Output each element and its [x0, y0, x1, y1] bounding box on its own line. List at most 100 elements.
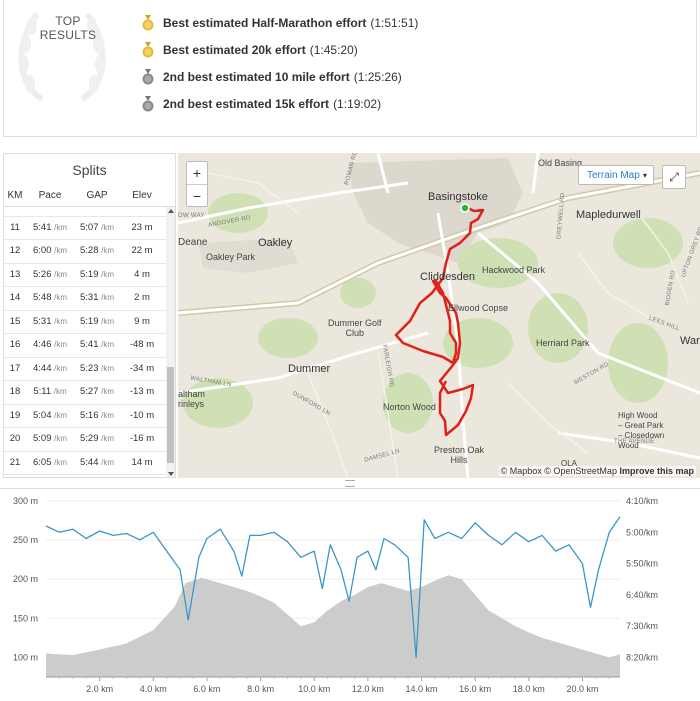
split-gap-unit: /km: [101, 410, 115, 420]
split-pace: 4:54 /km: [26, 207, 74, 216]
map-label-oakley-park: Oakley Park: [206, 252, 256, 262]
y-left-tick-label: 200 m: [13, 574, 38, 584]
split-gap-unit: /km: [101, 363, 115, 373]
x-tick-label: 14.0 km: [406, 684, 438, 694]
split-elev: -1 m: [120, 475, 164, 477]
map-label-herriard-park: Herriard Park: [536, 338, 590, 348]
top-results-panel: TOP RESULTS Best estimated Half-Marathon…: [3, 0, 697, 137]
split-gap: 5:16 /km: [74, 405, 120, 428]
split-km: 17: [9, 362, 21, 374]
scroll-down-arrow-icon[interactable]: [168, 472, 174, 476]
split-gap-value: 5:16: [79, 409, 99, 421]
split-gap-value: 5:29: [79, 433, 99, 444]
splits-scrollbar[interactable]: [166, 207, 175, 477]
achievement-item[interactable]: Best estimated 20k effort (1:45:20): [142, 41, 358, 59]
map-attribution-text[interactable]: © Mapbox © OpenStreetMap: [501, 466, 617, 476]
achievement-item[interactable]: 2nd best estimated 15k effort (1:19:02): [142, 95, 381, 113]
route-map[interactable]: Old Basing Basingstoke Mapledurwell Oakl…: [178, 153, 700, 478]
splits-row[interactable]: 19 5:04 /km 5:16 /km -10 m: [4, 405, 168, 428]
split-gap: 5:27 /km: [74, 381, 120, 404]
map-label-high-wood: High Wood – Great Park – Closedown Wood: [618, 411, 665, 450]
scroll-up-arrow-icon[interactable]: [168, 209, 174, 213]
split-pace: 5:48 /km: [26, 287, 74, 310]
y-right-tick-label: 5:00/km: [626, 527, 658, 537]
splits-row[interactable]: 15 5:31 /km 5:19 /km 9 m: [4, 311, 168, 334]
split-pace-unit: /km: [54, 293, 68, 302]
terrain-map-dropdown[interactable]: Terrain Map ▾: [578, 165, 654, 185]
silver-medal-icon: [142, 96, 154, 112]
map-label-the-avenue: THE AVENUE: [614, 439, 655, 445]
top-results-title: TOP RESULTS: [18, 14, 118, 42]
splits-row[interactable]: 17 4:44 /km 5:23 /km -34 m: [4, 358, 168, 381]
split-gap-unit: /km: [101, 293, 115, 302]
chevron-down-icon: ▾: [642, 171, 647, 180]
split-pace-unit: /km: [54, 363, 68, 373]
achievement-value: (1:45:20): [309, 43, 358, 57]
split-elev: -48 m: [129, 339, 155, 350]
split-gap: 5:44 /km: [74, 452, 120, 475]
split-elev: 22 m: [131, 245, 153, 256]
route-start-marker[interactable]: [460, 203, 470, 213]
y-right-tick-label: 6:40/km: [626, 590, 658, 600]
split-pace: 5:31 /km: [26, 311, 74, 334]
splits-header-pace: Pace: [38, 190, 62, 201]
split-pace-unit: /km: [54, 316, 68, 326]
x-tick-label: 6.0 km: [193, 684, 220, 694]
zoom-in-button[interactable]: +: [187, 162, 207, 185]
splits-row[interactable]: 13 5:26 /km 5:19 /km 4 m: [4, 264, 168, 287]
map-label-dummer: Dummer: [288, 363, 331, 375]
achievement-label: Best estimated Half-Marathon effort: [163, 16, 367, 30]
map-label-basingstoke: Basingstoke: [428, 191, 488, 203]
split-pace-value: 4:44: [32, 362, 52, 374]
split-pace-unit: /km: [54, 246, 68, 255]
x-tick-label: 20.0 km: [566, 684, 598, 694]
split-pace-value: 4:54: [33, 207, 52, 209]
top-results-title-line1: TOP: [55, 14, 81, 28]
splits-panel: Splits KM Pace GAP Elev 104:54 /km5:01 /…: [3, 153, 176, 478]
split-km: 0.3: [4, 475, 26, 477]
split-pace: 6:00 /km: [26, 240, 74, 263]
split-gap-unit: /km: [101, 340, 115, 349]
top-results-title-line2: RESULTS: [39, 28, 97, 42]
splits-row[interactable]: 11 5:41 /km 5:07 /km 23 m: [4, 217, 168, 240]
split-gap-unit: /km: [101, 269, 115, 279]
achievement-item[interactable]: 2nd best estimated 10 mile effort (1:25:…: [142, 68, 402, 86]
splits-row[interactable]: 20 5:09 /km 5:29 /km -16 m: [4, 428, 168, 452]
resize-handle[interactable]: [345, 480, 355, 487]
gold-medal-icon: [142, 15, 154, 31]
split-gap-unit: /km: [101, 457, 115, 467]
splits-row[interactable]: 21 6:05 /km 5:44 /km 14 m: [4, 452, 168, 475]
split-pace-value: 5:04: [32, 409, 52, 421]
elevation-pace-chart[interactable]: 2.0 km 4.0 km 6.0 km 8.0 km 10.0 km 12.0 km 14…: [0, 488, 700, 701]
map-label-deane: Deane: [178, 237, 208, 248]
split-elev: 9 m: [134, 315, 150, 327]
splits-row[interactable]: 16 4:46 /km 5:41 /km -48 m: [4, 334, 168, 358]
splits-table-body[interactable]: 104:54 /km5:01 /km-12 m115:41 /km5:07 /k…: [4, 207, 168, 477]
splits-header-km: KM: [7, 190, 23, 201]
achievement-label: 2nd best estimated 10 mile effort: [163, 70, 350, 84]
split-gap-value: 5:19: [79, 268, 99, 280]
split-km: 16: [9, 339, 21, 350]
splits-title: Splits: [72, 162, 107, 178]
splits-row[interactable]: 0.34:46 /km4:45 /km-1 m: [4, 475, 168, 477]
split-elev: -16 m: [129, 433, 155, 444]
splits-row[interactable]: 12 6:00 /km 5:28 /km 22 m: [4, 240, 168, 264]
split-pace: 4:46 /km: [26, 475, 74, 477]
splits-row[interactable]: 18 5:11 /km 5:27 /km -13 m: [4, 381, 168, 405]
terrain-map-label: Terrain Map: [587, 170, 640, 181]
achievement-item[interactable]: Best estimated Half-Marathon effort (1:5…: [142, 14, 418, 32]
x-tick-label: 16.0 km: [459, 684, 491, 694]
elevation-chart-svg[interactable]: 2.0 km 4.0 km 6.0 km 8.0 km 10.0 km 12.0 km 14…: [0, 489, 700, 701]
x-tick-label: 12.0 km: [352, 684, 384, 694]
x-tick-label: 2.0 km: [86, 684, 113, 694]
split-elev: -34 m: [129, 362, 155, 374]
zoom-out-button[interactable]: −: [187, 185, 207, 207]
scroll-thumb[interactable]: [167, 367, 174, 463]
split-km: 10: [4, 207, 26, 216]
splits-row[interactable]: 14 5:48 /km 5:31 /km 2 m: [4, 287, 168, 311]
fullscreen-icon[interactable]: ⤢: [662, 165, 686, 189]
map-label-saltham: altham rinleys: [178, 389, 206, 409]
splits-row[interactable]: 104:54 /km5:01 /km-12 m: [4, 207, 168, 217]
improve-map-link[interactable]: Improve this map: [619, 466, 694, 476]
split-elev: 14 m: [131, 456, 153, 468]
